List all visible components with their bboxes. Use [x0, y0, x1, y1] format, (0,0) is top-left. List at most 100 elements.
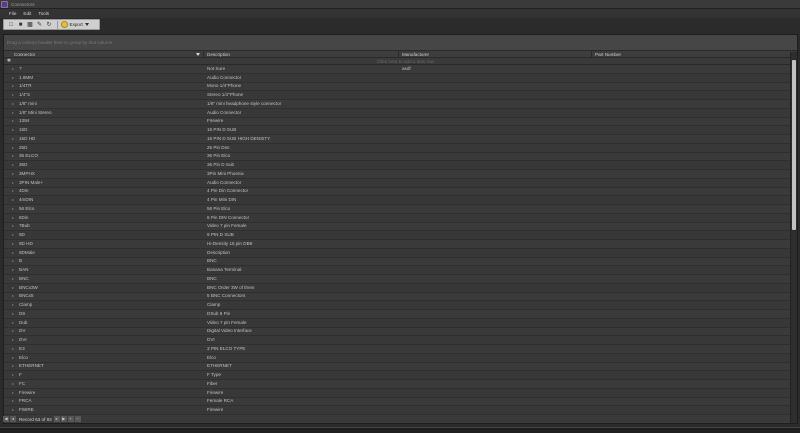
- cell-connector[interactable]: ▸ B: [4, 257, 204, 265]
- row-expander-icon[interactable]: ▸: [12, 231, 19, 239]
- table-row[interactable]: ▸ Clamp Clamp: [4, 301, 797, 310]
- row-expander-icon[interactable]: ▸: [12, 179, 19, 187]
- table-row[interactable]: ▸ Dub Video 7 pin Female: [4, 318, 797, 328]
- cell-connector[interactable]: ▸ BNCx5: [4, 292, 204, 300]
- table-row[interactable]: ▸ 36 ELCO 36 Pin Elco: [4, 152, 797, 162]
- cell-description[interactable]: BNC Order 3W of them: [204, 284, 399, 292]
- cell-connector[interactable]: ▸ F: [4, 371, 204, 379]
- edit-icon[interactable]: ✎: [36, 21, 44, 29]
- cell-connector[interactable]: ▸ 4Din: [4, 187, 204, 195]
- table-row[interactable]: ▸ 1/4"S Stereo 1/4"Phone: [4, 91, 797, 100]
- row-expander-icon[interactable]: ▸: [12, 196, 19, 204]
- table-row[interactable]: ▸ 1/4TR Mono 1/4"Phone: [4, 82, 797, 92]
- row-expander-icon[interactable]: ▸: [12, 301, 19, 309]
- cell-description[interactable]: 6 Pin DIN Connector: [204, 214, 399, 222]
- row-expander-icon[interactable]: ▸: [12, 240, 19, 248]
- print-icon[interactable]: ▩: [26, 21, 34, 29]
- table-row[interactable]: ▸ BNCx3W BNC Order 3W of them: [4, 283, 797, 293]
- cell-description[interactable]: BNC: [204, 257, 399, 265]
- row-expander-icon[interactable]: ▸: [12, 126, 19, 134]
- table-row[interactable]: ▸ BAN Banana Terminal: [4, 266, 797, 275]
- row-expander-icon[interactable]: ▸: [12, 91, 19, 99]
- cell-description[interactable]: Video 7 pin Female: [204, 222, 399, 230]
- table-row[interactable]: ▸ 56 Elco 56 Pin Elco: [4, 205, 797, 214]
- cell-description[interactable]: Hi-Density 15 pin DB9: [204, 240, 399, 248]
- table-row[interactable]: ▸ BNC BNC: [4, 275, 797, 284]
- row-expander-icon[interactable]: ▸: [12, 380, 19, 388]
- row-expander-icon[interactable]: ▸: [12, 222, 19, 230]
- last-record-icon[interactable]: ▶: [60, 416, 67, 422]
- row-expander-icon[interactable]: ▸: [12, 310, 19, 318]
- row-expander-icon[interactable]: ▸: [12, 327, 19, 335]
- cell-description[interactable]: Fiber: [204, 380, 399, 388]
- cell-description[interactable]: F Type: [204, 371, 399, 379]
- row-expander-icon[interactable]: ▸: [12, 319, 19, 327]
- cell-connector[interactable]: ▸ 3MPHX: [4, 170, 204, 178]
- cell-description[interactable]: Digital Video Interface: [204, 327, 399, 335]
- cell-connector[interactable]: ▸ 9DMale: [4, 249, 204, 257]
- row-expander-icon[interactable]: ▸: [12, 82, 19, 90]
- table-row[interactable]: ▸ 36D 36 Pin D Sub: [4, 161, 797, 170]
- cell-description[interactable]: 56 Pin Elco: [204, 205, 399, 213]
- table-row[interactable]: ▸ E3 3 PIN ELCO TYPE: [4, 345, 797, 354]
- first-record-icon[interactable]: ◀: [3, 416, 9, 422]
- cell-connector[interactable]: ▸?: [4, 65, 204, 73]
- table-row[interactable]: ▸ 4mDIN 4 Pin Mini DIN: [4, 196, 797, 205]
- table-row[interactable]: ▸ Elco Elco: [4, 353, 797, 363]
- cell-description[interactable]: Audio Connector: [204, 109, 399, 117]
- new-document-icon[interactable]: □: [7, 21, 15, 29]
- cell-connector[interactable]: ▸ Dub: [4, 319, 204, 327]
- column-header-manufacturer[interactable]: Manufacturer: [399, 51, 592, 58]
- row-expander-icon[interactable]: ▸: [12, 249, 19, 257]
- row-expander-icon[interactable]: ▸: [12, 389, 19, 397]
- save-icon[interactable]: ■: [17, 21, 25, 29]
- table-row[interactable]: ▸ ETHERNET ETHERNET: [4, 362, 797, 372]
- row-expander-icon[interactable]: ▸: [12, 214, 19, 222]
- row-expander-icon[interactable]: ▸: [12, 100, 19, 108]
- table-row[interactable]: ▸ 15D 15 PIN D SUB: [4, 126, 797, 135]
- cell-connector[interactable]: ▸ BNCx3W: [4, 284, 204, 292]
- row-expander-icon[interactable]: ▸: [12, 406, 19, 414]
- row-expander-icon[interactable]: ▸: [12, 135, 19, 143]
- cell-description[interactable]: Firewire: [204, 406, 399, 414]
- cell-description[interactable]: Description: [204, 249, 399, 257]
- cell-connector[interactable]: ▸ 56 Elco: [4, 205, 204, 213]
- table-row[interactable]: ▸ B BNC: [4, 257, 797, 267]
- table-row[interactable]: ▸ F F Type: [4, 371, 797, 380]
- export-button[interactable]: Export: [60, 21, 89, 28]
- table-row[interactable]: ▸ 1/8" mini 1/8" mini headphone style conn…: [4, 100, 797, 109]
- cell-connector[interactable]: ▸ 1394: [4, 117, 204, 125]
- table-row[interactable]: ▸ 25D 25 Pin Dsn: [4, 143, 797, 153]
- row-expander-icon[interactable]: ▸: [12, 74, 19, 82]
- cell-description[interactable]: DVI: [204, 336, 399, 344]
- cell-description[interactable]: 15 PIN D SUB: [204, 126, 399, 134]
- cell-description[interactable]: Firewire: [204, 117, 399, 125]
- row-expander-icon[interactable]: ▸: [12, 144, 19, 152]
- cell-description[interactable]: 3Pin Mini Phoenix: [204, 170, 399, 178]
- cell-connector[interactable]: ▸ E3: [4, 345, 204, 353]
- table-row[interactable]: ▸ FRCA Female RCA: [4, 397, 797, 407]
- cell-connector[interactable]: ▸ 36 ELCO: [4, 152, 204, 160]
- table-row[interactable]: ▸ 7Bub Video 7 pin Female: [4, 222, 797, 232]
- table-row[interactable]: ▸ 9D 9 PIN D SUB: [4, 231, 797, 240]
- table-row[interactable]: ▸ DVI DVI: [4, 336, 797, 345]
- group-by-panel[interactable]: Drag a column header here to group by th…: [4, 35, 797, 51]
- table-row[interactable]: ▸ 3PIN Male+ Audio Connector: [4, 178, 797, 188]
- row-expander-icon[interactable]: ▸: [12, 292, 19, 300]
- add-record-icon[interactable]: +: [67, 416, 74, 422]
- row-expander-icon[interactable]: ▸: [12, 266, 19, 274]
- row-expander-icon[interactable]: ▸: [12, 187, 19, 195]
- table-row[interactable]: ▸ BNCx5 5 BNC Connectors: [4, 292, 797, 302]
- table-row[interactable]: ▸ 1394 Firewire: [4, 117, 797, 127]
- row-expander-icon[interactable]: ▸: [12, 336, 19, 344]
- cell-connector[interactable]: ▸ D9: [4, 310, 204, 318]
- row-expander-icon[interactable]: ▸: [12, 65, 19, 73]
- table-row[interactable]: ▸ 1/8" Mini Stereo Audio Connector: [4, 108, 797, 118]
- cell-description[interactable]: Stereo 1/4"Phone: [204, 91, 399, 99]
- cell-connector[interactable]: ▸ 36D: [4, 161, 204, 169]
- cell-description[interactable]: DSub 9 Pin: [204, 310, 399, 318]
- cell-connector[interactable]: ▸ 6Din: [4, 214, 204, 222]
- cell-connector[interactable]: ▸ 1/4"S: [4, 91, 204, 99]
- column-header-connector[interactable]: Connector: [4, 51, 204, 58]
- cell-connector[interactable]: ▸ 9D: [4, 231, 204, 239]
